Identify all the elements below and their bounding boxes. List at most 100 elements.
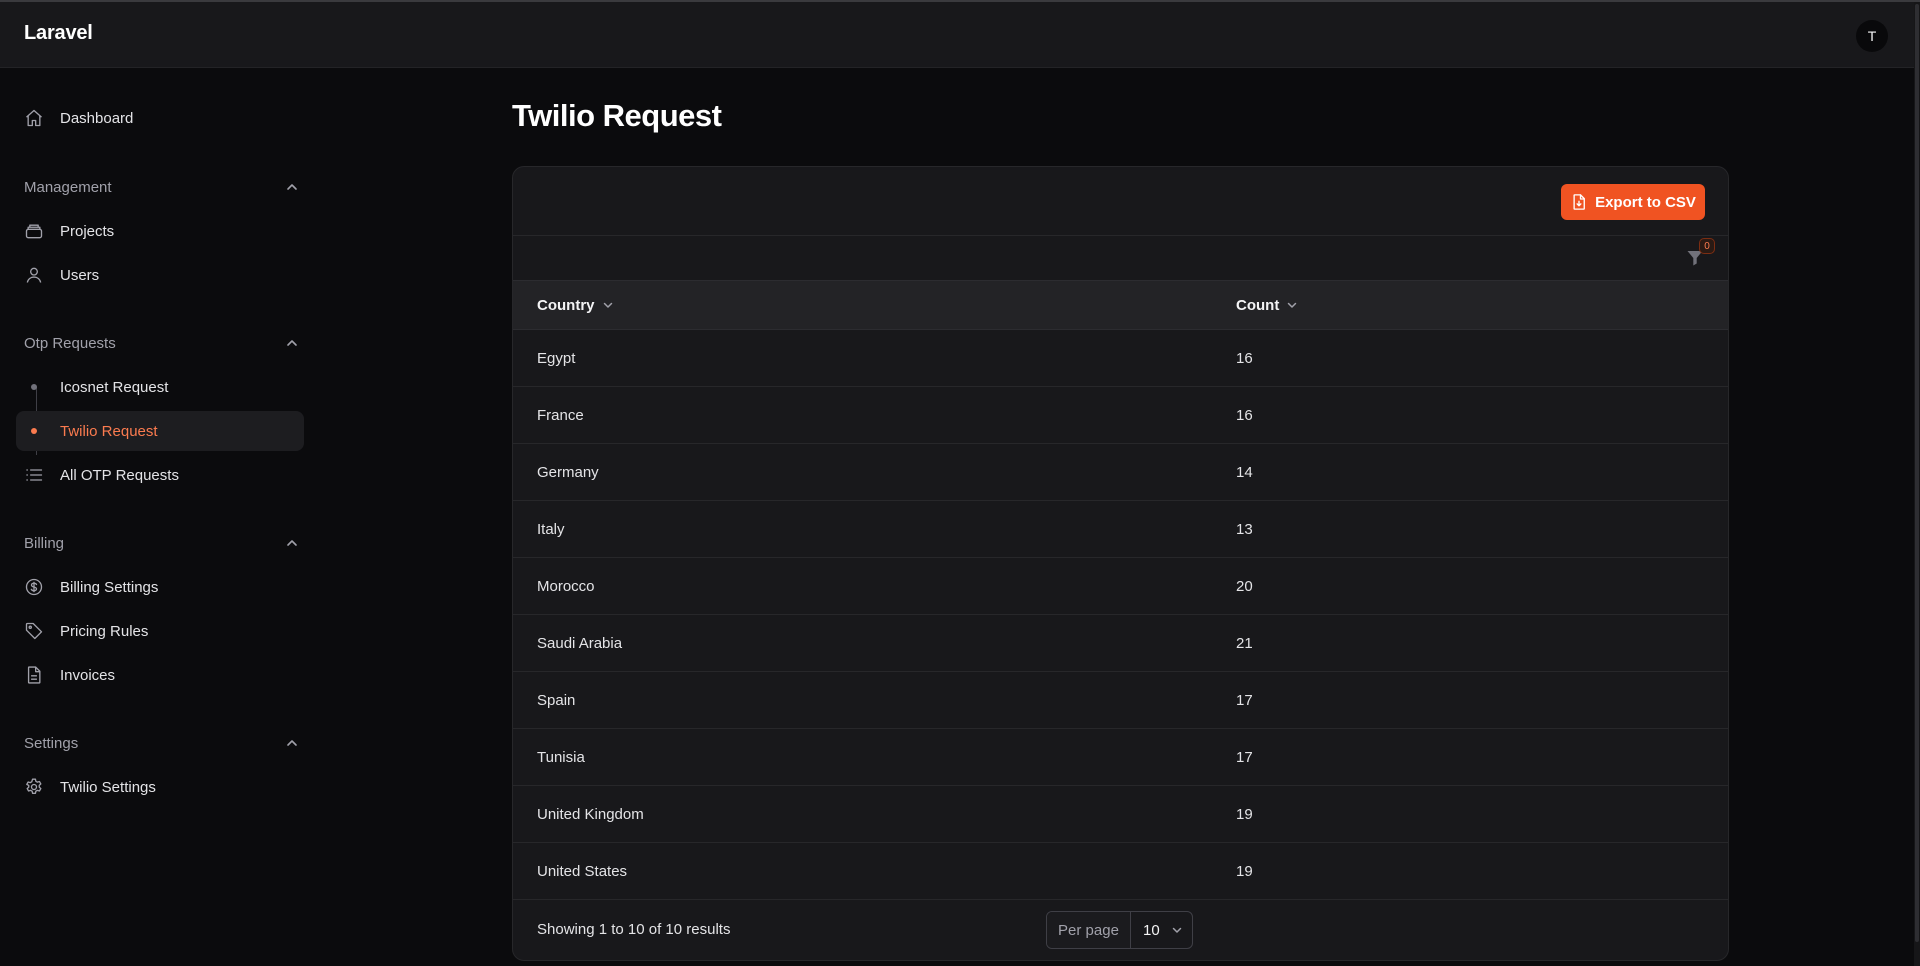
page-title: Twilio Request bbox=[512, 98, 722, 133]
table-row[interactable]: Tunisia 17 bbox=[513, 729, 1728, 786]
document-download-icon bbox=[1570, 193, 1588, 211]
country-cell: Egypt bbox=[537, 349, 576, 367]
chevron-up-icon[interactable] bbox=[284, 335, 300, 351]
count-cell: 20 bbox=[1236, 577, 1253, 595]
stack-icon bbox=[24, 221, 44, 241]
sidebar-item-billing-settings[interactable]: Billing Settings bbox=[16, 567, 304, 607]
country-cell: France bbox=[537, 406, 584, 424]
sidebar-item-pricing-rules[interactable]: Pricing Rules bbox=[16, 611, 304, 651]
count-cell: 19 bbox=[1236, 805, 1253, 823]
count-cell: 14 bbox=[1236, 463, 1253, 481]
per-page-label: Per page bbox=[1047, 912, 1131, 948]
country-cell: United Kingdom bbox=[537, 805, 644, 823]
count-cell: 16 bbox=[1236, 349, 1253, 367]
home-icon bbox=[24, 108, 44, 128]
country-cell: Italy bbox=[537, 520, 565, 538]
group-label-text: Otp Requests bbox=[24, 334, 116, 352]
sidebar-group-otp-requests[interactable]: Otp Requests bbox=[24, 331, 300, 355]
per-page-control: Per page 10 bbox=[1046, 911, 1193, 949]
sidebar-item-label: All OTP Requests bbox=[60, 466, 179, 484]
results-summary: Showing 1 to 10 of 10 results bbox=[537, 921, 731, 938]
subnav-dot bbox=[31, 384, 37, 390]
chevron-down-icon bbox=[1285, 298, 1299, 312]
list-icon bbox=[24, 465, 44, 485]
sidebar-item-label: Icosnet Request bbox=[60, 378, 169, 396]
top-navbar: Laravel T bbox=[0, 2, 1914, 68]
sidebar-item-label: Invoices bbox=[60, 666, 116, 684]
table-row[interactable]: Germany 14 bbox=[513, 444, 1728, 501]
table-toolbar: Export to CSV bbox=[513, 167, 1728, 236]
chevron-down-icon bbox=[601, 298, 615, 312]
export-csv-label: Export to CSV bbox=[1595, 193, 1696, 211]
table-row[interactable]: Spain 17 bbox=[513, 672, 1728, 729]
sidebar-group-management[interactable]: Management bbox=[24, 175, 300, 199]
country-cell: Tunisia bbox=[537, 748, 585, 766]
sidebar-item-projects[interactable]: Projects bbox=[16, 211, 304, 251]
dollar-circle-icon bbox=[24, 577, 44, 597]
sidebar-item-twilio-settings[interactable]: Twilio Settings bbox=[16, 767, 304, 807]
sidebar-item-label: Dashboard bbox=[60, 109, 134, 127]
group-label-text: Billing bbox=[24, 534, 65, 552]
chevron-up-icon[interactable] bbox=[284, 735, 300, 751]
per-page-select[interactable]: 10 bbox=[1131, 912, 1192, 948]
column-header-country[interactable]: Country bbox=[537, 281, 615, 329]
country-cell: Saudi Arabia bbox=[537, 634, 623, 652]
table-row[interactable]: France 16 bbox=[513, 387, 1728, 444]
subnav-dot-active bbox=[31, 428, 37, 434]
chevron-down-icon bbox=[1170, 923, 1184, 937]
chevron-up-icon[interactable] bbox=[284, 535, 300, 551]
table-row[interactable]: United States 19 bbox=[513, 843, 1728, 900]
table-row[interactable]: Italy 13 bbox=[513, 501, 1728, 558]
sidebar-item-twilio-request[interactable]: Twilio Request bbox=[16, 411, 304, 451]
count-cell: 13 bbox=[1236, 520, 1253, 538]
count-cell: 19 bbox=[1236, 862, 1253, 880]
sidebar-item-label: Users bbox=[60, 266, 100, 284]
country-cell: Germany bbox=[537, 463, 599, 481]
tag-icon bbox=[24, 621, 44, 641]
table-row[interactable]: Morocco 20 bbox=[513, 558, 1728, 615]
group-label-text: Management bbox=[24, 178, 112, 196]
country-cell: United States bbox=[537, 862, 628, 880]
user-avatar[interactable]: T bbox=[1856, 20, 1888, 52]
column-header-label: Count bbox=[1236, 296, 1280, 314]
table-card: Export to CSV 0 Country Count Egypt 16 F… bbox=[512, 166, 1729, 961]
filter-count-badge: 0 bbox=[1699, 238, 1715, 254]
sidebar-item-users[interactable]: Users bbox=[16, 255, 304, 295]
sidebar-item-label: Twilio Request bbox=[60, 422, 158, 440]
table-body: Egypt 16 France 16 Germany 14 Italy 13 Moroc… bbox=[513, 330, 1728, 900]
user-icon bbox=[24, 265, 44, 285]
scrollbar-thumb[interactable] bbox=[1915, 4, 1919, 942]
count-cell: 17 bbox=[1236, 691, 1253, 709]
export-csv-button[interactable]: Export to CSV bbox=[1561, 184, 1705, 220]
sidebar-item-label: Billing Settings bbox=[60, 578, 159, 596]
table-row[interactable]: United Kingdom 19 bbox=[513, 786, 1728, 843]
sidebar-item-dashboard[interactable]: Dashboard bbox=[16, 98, 304, 138]
pagination-footer: Showing 1 to 10 of 10 results Per page 1… bbox=[513, 900, 1728, 960]
filter-bar: 0 bbox=[513, 236, 1728, 280]
sidebar-item-icosnet-request[interactable]: Icosnet Request bbox=[16, 367, 304, 407]
document-icon bbox=[24, 665, 44, 685]
count-cell: 21 bbox=[1236, 634, 1253, 652]
sidebar-item-invoices[interactable]: Invoices bbox=[16, 655, 304, 695]
sidebar-group-settings[interactable]: Settings bbox=[24, 731, 300, 755]
column-header-count[interactable]: Count bbox=[1236, 281, 1299, 329]
table-row[interactable]: Egypt 16 bbox=[513, 330, 1728, 387]
sidebar-item-label: Pricing Rules bbox=[60, 622, 149, 640]
count-cell: 16 bbox=[1236, 406, 1253, 424]
sidebar-item-label: Twilio Settings bbox=[60, 778, 156, 796]
sidebar-item-label: Projects bbox=[60, 222, 115, 240]
table-header: Country Count bbox=[513, 280, 1728, 330]
country-cell: Spain bbox=[537, 691, 576, 709]
column-header-label: Country bbox=[537, 296, 595, 314]
sidebar-item-all-otp-requests[interactable]: All OTP Requests bbox=[16, 455, 304, 495]
country-cell: Morocco bbox=[537, 577, 595, 595]
table-row[interactable]: Saudi Arabia 21 bbox=[513, 615, 1728, 672]
group-label-text: Settings bbox=[24, 734, 79, 752]
sidebar-group-billing[interactable]: Billing bbox=[24, 531, 300, 555]
sidebar: Dashboard Management Projects Users Otp … bbox=[0, 69, 320, 966]
count-cell: 17 bbox=[1236, 748, 1253, 766]
chevron-up-icon[interactable] bbox=[284, 179, 300, 195]
brand-logo[interactable]: Laravel bbox=[24, 22, 93, 45]
per-page-value: 10 bbox=[1143, 921, 1160, 939]
gear-icon bbox=[24, 777, 44, 797]
